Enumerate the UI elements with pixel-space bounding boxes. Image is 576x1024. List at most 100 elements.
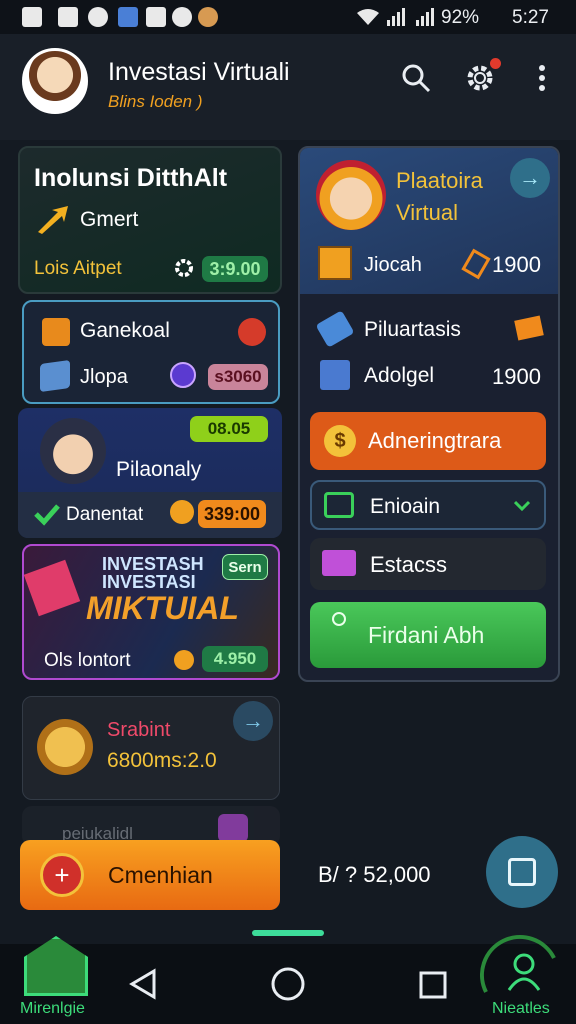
card-subtitle: Jlopa — [80, 366, 128, 388]
row2-label: Piluartasis — [364, 318, 461, 341]
check-icon — [34, 504, 60, 526]
promo-banner[interactable]: INVESTASH INVESTASI MIKTUIAL Sern Ols lo… — [22, 544, 280, 680]
cmenhian-button[interactable]: + Cmenhian — [20, 840, 280, 910]
value-badge: s3060 — [208, 364, 268, 390]
card-label: Ols lontort — [44, 650, 131, 671]
chart-icon — [320, 360, 350, 390]
enioain-select[interactable]: Enioain — [310, 480, 546, 530]
app4-icon — [172, 7, 192, 27]
app5-icon — [198, 7, 218, 27]
plus-icon: + — [40, 853, 84, 897]
card-label: Lois Aitpet — [34, 258, 122, 279]
wifi-icon — [357, 9, 379, 25]
card-value: 6800ms:2.0 — [107, 749, 217, 772]
search-button[interactable] — [396, 58, 436, 98]
user-icon[interactable] — [506, 952, 542, 992]
card-title: Inolunsi DitthAlt — [34, 164, 228, 192]
row1-label: Jiocah — [364, 254, 422, 276]
home-circle-icon[interactable] — [270, 966, 306, 1002]
character-avatar — [316, 160, 386, 230]
page-title: Investasi Virtuali — [108, 58, 290, 86]
app-header: Investasi Virtuali Blins Ioden ) — [0, 34, 576, 140]
gem-icon — [24, 559, 81, 617]
back-icon[interactable] — [128, 968, 158, 1000]
row1-value: 1900 — [492, 252, 541, 277]
investment-card-primary[interactable]: Inolunsi DitthAlt Gmert Lois Aitpet 3:9.… — [18, 146, 282, 294]
app-icon — [88, 7, 108, 27]
box-icon — [42, 318, 70, 346]
gear-icon[interactable] — [172, 256, 196, 280]
estacss-button[interactable]: Estacss — [310, 538, 546, 590]
notification-dot — [490, 58, 501, 69]
signal-icon — [387, 8, 405, 26]
select-value: Enioain — [370, 495, 441, 518]
notification-icon — [22, 7, 42, 27]
adneringtrara-button[interactable]: $ Adneringtrara — [310, 412, 546, 470]
button-label: Firdani Abh — [368, 622, 485, 648]
row3-value: 1900 — [492, 364, 541, 389]
pencil-icon — [315, 310, 355, 348]
money-icon — [324, 492, 354, 518]
card-title: Pilaonaly — [116, 458, 202, 481]
document-icon — [318, 246, 352, 280]
character-avatar — [40, 418, 106, 484]
arrow-right-icon[interactable]: → — [510, 158, 550, 198]
value-badge: 339:00 — [198, 500, 266, 528]
banner-badge: Sern — [222, 554, 268, 580]
ganekoal-card[interactable]: Ganekoal Jlopa s3060 — [22, 300, 280, 404]
more-vertical-icon — [539, 65, 545, 91]
chevron-down-icon — [514, 500, 530, 512]
card-subtitle: Gmert — [80, 208, 139, 231]
gallery-icon — [58, 7, 78, 27]
panel-title-line1: Plaatoira — [396, 168, 483, 193]
mail-icon — [322, 550, 356, 576]
card-title: Ganekoal — [80, 319, 170, 342]
persona-card[interactable]: 08.05 Pilaonaly Danentat 339:00 — [18, 408, 282, 538]
banner-line3: MIKTUIAL — [86, 590, 239, 626]
coin-badge: 08.05 — [190, 416, 268, 442]
button-label: Estacss — [370, 552, 448, 577]
arrow-up-icon — [38, 206, 68, 234]
nav-profile-label[interactable]: Nieatles — [492, 1000, 550, 1018]
button-label: Adneringtrara — [368, 428, 502, 453]
panel-title-line2: Virtual — [396, 200, 458, 225]
window-icon — [508, 858, 536, 886]
tool-icon — [514, 315, 544, 341]
status-bar: 92% 5:27 — [0, 0, 576, 34]
card-label: Danentat — [66, 504, 144, 525]
clock: 5:27 — [512, 7, 549, 28]
row3-label: Adolgel — [364, 364, 435, 387]
search-icon — [402, 64, 431, 93]
app2-icon — [118, 7, 138, 27]
more-menu-button[interactable] — [522, 58, 562, 98]
home-icon[interactable] — [24, 936, 88, 996]
fab-button[interactable] — [486, 836, 558, 908]
battery-level: 92% — [441, 7, 480, 28]
value-badge: 4.950 — [202, 646, 268, 672]
gear-icon — [170, 500, 194, 524]
balance-amount: B/ ? 52,000 — [318, 862, 431, 887]
bottom-navigation: Mirenlgie Nieatles — [0, 935, 576, 1024]
firdani-button[interactable]: Firdani Abh — [310, 602, 546, 668]
value-badge: 3:9.00 — [202, 256, 268, 282]
page-subtitle: Blins Ioden ) — [108, 92, 203, 111]
token-icon — [170, 362, 196, 388]
alert-icon — [238, 318, 266, 346]
gear-icon — [174, 650, 194, 670]
drag-handle[interactable] — [252, 930, 324, 936]
button-label: Cmenhian — [108, 862, 213, 888]
settings-button[interactable] — [460, 58, 501, 98]
card-title: Srabint — [107, 719, 171, 741]
signal2-icon — [416, 8, 434, 26]
coin-icon — [37, 719, 93, 775]
coin-icon: $ — [324, 425, 356, 457]
app3-icon — [146, 7, 166, 27]
srabint-card[interactable]: Srabint 6800ms:2.0 → — [22, 696, 280, 800]
recents-icon[interactable] — [418, 970, 448, 1000]
gem-icon — [218, 814, 248, 842]
avatar[interactable] — [22, 48, 88, 114]
nav-home-label[interactable]: Mirenlgie — [20, 1000, 85, 1018]
dot-icon — [332, 612, 346, 626]
arrow-right-icon[interactable]: → — [233, 701, 273, 741]
cube-icon — [40, 359, 70, 393]
